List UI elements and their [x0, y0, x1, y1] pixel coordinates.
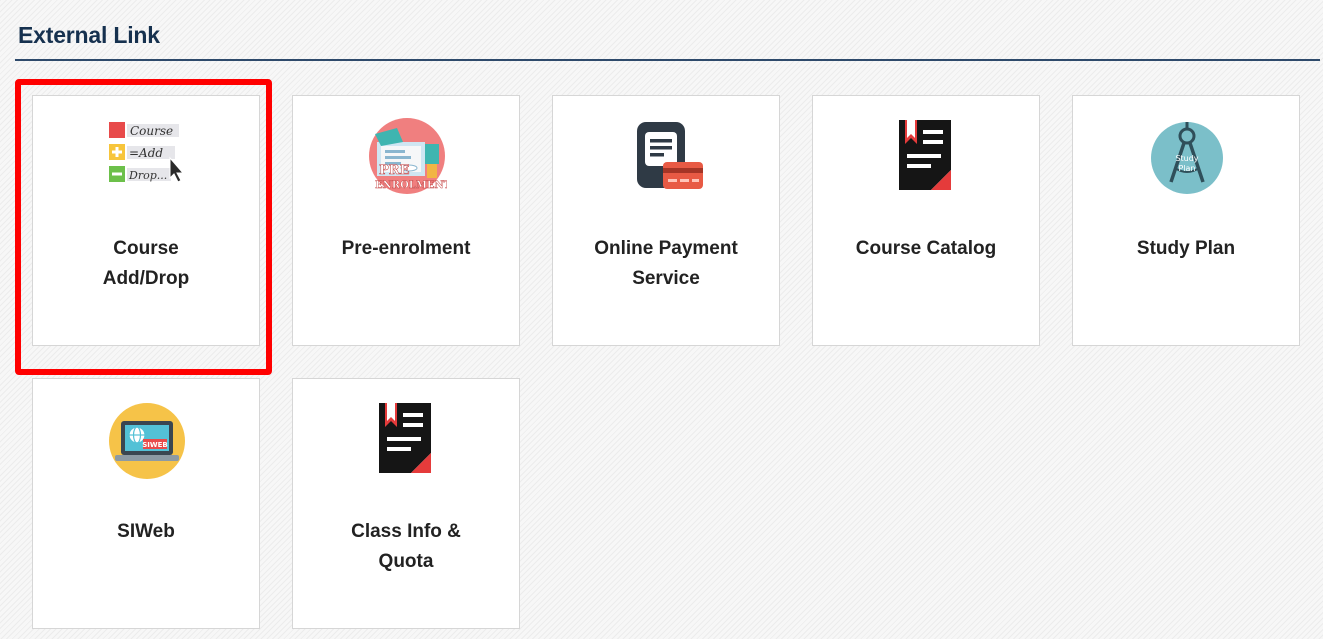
- icon-text-enrolment: ENROLMENT: [375, 180, 447, 191]
- icon-text-course: Course: [130, 124, 173, 138]
- tile-pre-enrolment[interactable]: PRE ENROLMENT Pre-enrolment: [292, 95, 520, 346]
- course-add-drop-icon: Course =Add Drop...: [107, 116, 187, 196]
- section-title: External Link: [18, 22, 160, 48]
- icon-text-add: =Add: [129, 146, 163, 160]
- pre-enrolment-icon: PRE ENROLMENT: [367, 116, 447, 196]
- tile-study-plan[interactable]: Study Plan Study Plan: [1072, 95, 1300, 346]
- tile-siweb[interactable]: SIWEB SIWeb: [32, 378, 260, 629]
- online-payment-icon: [627, 116, 707, 196]
- class-info-icon: [367, 399, 447, 479]
- siweb-icon: SIWEB: [107, 399, 187, 479]
- course-catalog-icon: [887, 116, 967, 196]
- section-header: External Link: [15, 0, 1320, 61]
- tile-label: SIWeb: [117, 521, 175, 542]
- icon-text-siweb: SIWEB: [142, 441, 167, 449]
- tile-label: Online Payment Service: [594, 238, 738, 289]
- tile-label: Course Catalog: [855, 238, 997, 259]
- tile-online-payment-service[interactable]: Online Payment Service: [552, 95, 780, 346]
- tile-class-info-quota[interactable]: Class Info & Quota: [292, 378, 520, 629]
- icon-text-study: Study: [1175, 154, 1198, 163]
- tile-label: Class Info & Quota: [351, 521, 461, 572]
- icon-text-drop: Drop...: [128, 169, 167, 182]
- tile-label: Study Plan: [1136, 238, 1236, 259]
- tile-course-catalog[interactable]: Course Catalog: [812, 95, 1040, 346]
- tile-label: Pre-enrolment: [341, 238, 471, 259]
- tile-course-add-drop[interactable]: Course =Add Drop... Course Add/Drop: [32, 95, 260, 346]
- icon-text-pre: PRE: [379, 163, 410, 178]
- tile-label: Course Add/Drop: [102, 238, 190, 289]
- icon-text-plan: Plan: [1178, 164, 1195, 173]
- study-plan-icon: Study Plan: [1147, 116, 1227, 196]
